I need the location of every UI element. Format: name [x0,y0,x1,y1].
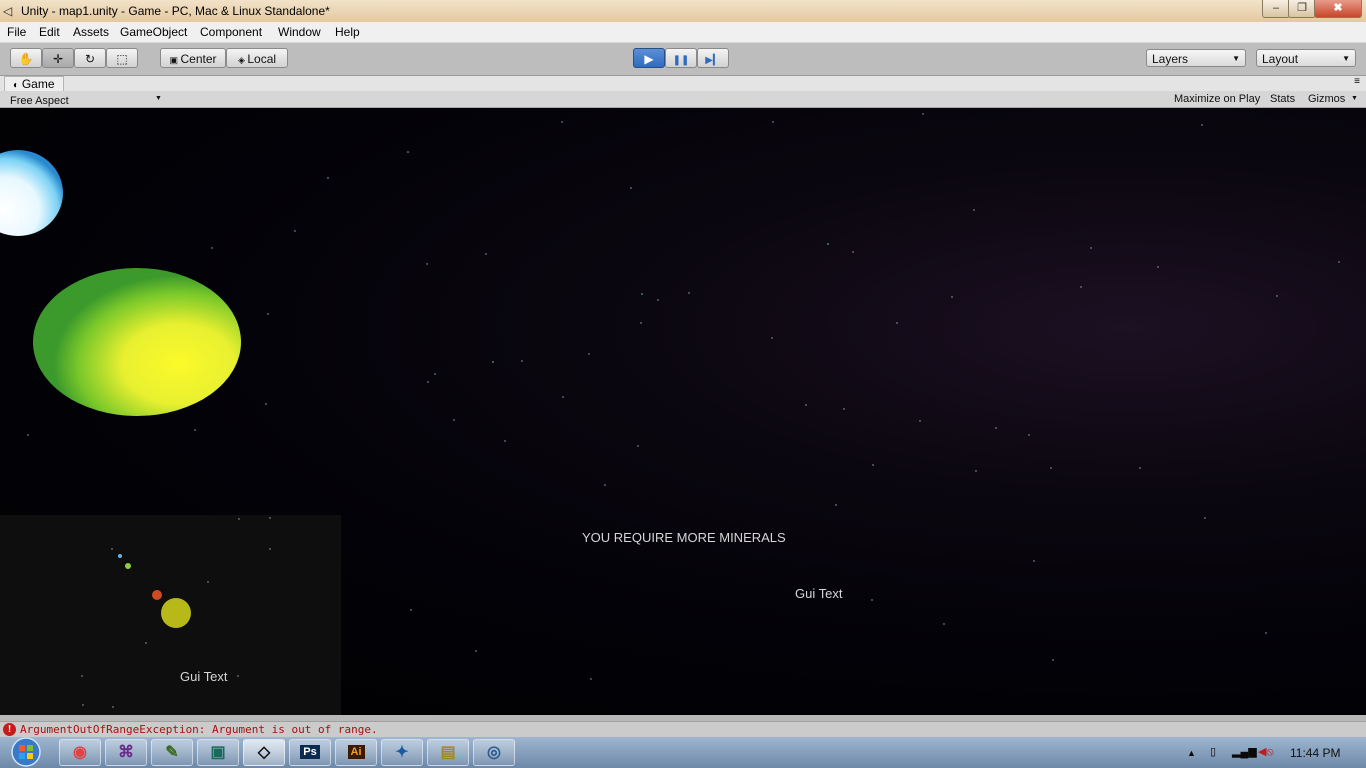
unity-icon: ◇ [257,744,271,761]
game-tab-bar: ◐ Game ≡ [0,76,1366,92]
unity-logo-icon: ◁ [3,4,13,18]
taskbar-file-explorer[interactable]: ▤ [427,739,469,766]
rotate-icon: ↻ [84,52,96,66]
taskbar-visual-studio[interactable]: ⌘ [105,739,147,766]
chevron-down-icon: ▼ [1342,54,1350,63]
menu-help[interactable]: Help [335,25,360,39]
taskbar-chrome[interactable]: ◉ [59,739,101,766]
show-hidden-icons-icon[interactable]: ▲ [1187,748,1196,758]
yellow-green-planet [33,268,241,416]
blue-planet [0,150,63,236]
gizmos-dropdown[interactable]: Gizmos [1308,93,1345,105]
menu-file[interactable]: File [7,25,26,39]
start-button[interactable] [8,737,44,768]
pivot-local-button[interactable]: ◈ Local [226,48,288,68]
visual-studio-icon: ⌘ [118,744,134,761]
menu-component[interactable]: Component [200,25,262,39]
network-signal-icon[interactable]: ▂▄▆ [1232,745,1257,758]
green-stars [492,243,829,363]
windows-taskbar: ◉ ⌘ ✎ ▣ ◇ Ps Ai ✦ ▤ ◎ ▲ ▯ ▂▄▆ ◀⦸ 11:44 P… [0,737,1366,768]
play-button[interactable]: ▶ [633,48,665,68]
gui-text-label: Gui Text [795,586,843,601]
clock[interactable]: 11:44 PM [1290,746,1340,760]
minimap-red-planet [152,590,162,600]
chevron-down-icon: ▼ [1232,54,1240,63]
taskbar-photoshop[interactable]: Ps [289,739,331,766]
taskbar-unity[interactable]: ◇ [243,739,285,766]
move-tool-button[interactable]: ✛ [42,48,74,68]
minimap-green-planet [125,563,131,569]
minerals-message: YOU REQUIRE MORE MINERALS [582,530,786,545]
minimize-button[interactable]: – [1262,0,1290,18]
rotate-tool-button[interactable]: ↻ [74,48,106,68]
hand-icon: ✋ [18,52,34,66]
taskbar-network-app[interactable]: ✦ [381,739,423,766]
folder-icon: ▤ [440,744,456,761]
menu-edit[interactable]: Edit [39,25,60,39]
device-icon[interactable]: ▯ [1210,745,1216,758]
chrome-icon: ◉ [73,744,87,761]
local-label: Local [247,52,277,66]
layers-dropdown[interactable]: Layers ▼ [1146,49,1246,67]
move-icon: ✛ [52,52,64,66]
tab-game[interactable]: ◐ Game [4,76,64,92]
chevron-down-icon: ▼ [155,95,162,102]
window-titlebar: ◁ Unity - map1.unity - Game - PC, Mac & … [0,0,1366,22]
minimap-blue-planet [118,554,122,558]
layers-label: Layers [1152,52,1189,66]
chevron-down-icon: ▼ [1351,95,1358,102]
game-viewport[interactable]: Gui Text YOU REQUIRE MORE MINERALS Gui T… [0,108,1366,715]
game-tab-icon: ◐ [13,80,22,91]
pause-button[interactable]: ❚❚ [665,48,697,68]
pause-icon: ❚❚ [672,55,690,66]
minimap[interactable]: Gui Text [0,515,341,715]
minimap-scene [81,517,271,708]
taskbar-notepad[interactable]: ✎ [151,739,193,766]
menu-bar: File Edit Assets GameObject Component Wi… [0,22,1366,43]
taskbar-remote-app[interactable]: ◎ [473,739,515,766]
main-toolbar: ✋ ✛ ↻ ⬚ ▣ Center ◈ Local ▶ ❚❚ ▶▎ Layers ▼… [0,43,1366,76]
pivot-center-button[interactable]: ▣ Center [160,48,226,68]
tab-menu-icon[interactable]: ≡ [1354,76,1360,87]
remote-app-icon: ◎ [487,744,501,761]
hand-tool-button[interactable]: ✋ [10,48,42,68]
window-title: Unity - map1.unity - Game - PC, Mac & Li… [21,4,330,18]
pivot-label: Center [180,52,217,66]
play-icon: ▶ [644,52,654,66]
volume-muted-icon[interactable]: ◀⦸ [1258,745,1274,759]
layout-dropdown[interactable]: Layout ▼ [1256,49,1356,67]
taskbar-illustrator[interactable]: Ai [335,739,377,766]
photoshop-icon: Ps [300,745,320,759]
taskbar-terminal[interactable]: ▣ [197,739,239,766]
close-button[interactable]: ✖ [1314,0,1362,18]
step-icon: ▶▎ [705,55,721,66]
illustrator-icon: Ai [347,745,365,759]
game-tab-label: Game [21,77,55,91]
console-status-bar[interactable]: ! ArgumentOutOfRangeException: Argument … [0,721,1366,737]
step-button[interactable]: ▶▎ [697,48,729,68]
local-cube-icon: ◈ [237,55,248,65]
menu-window[interactable]: Window [278,25,321,39]
network-app-icon: ✦ [395,744,409,761]
scale-icon: ⬚ [116,52,128,66]
scale-tool-button[interactable]: ⬚ [106,48,138,68]
game-view-options: Free Aspect ▼ Maximize on Play Stats Giz… [0,91,1366,108]
notepad-icon: ✎ [165,744,179,761]
error-icon: ! [3,723,16,736]
maximize-on-play-toggle[interactable]: Maximize on Play [1174,93,1260,105]
terminal-icon: ▣ [210,744,226,761]
minimap-sun [161,598,191,628]
minimap-gui-text: Gui Text [180,669,228,684]
stats-toggle[interactable]: Stats [1270,93,1295,105]
error-message: ArgumentOutOfRangeException: Argument is… [20,723,378,736]
layout-label: Layout [1262,52,1299,66]
pivot-icon: ▣ [169,55,181,65]
aspect-label: Free Aspect [10,95,69,107]
maximize-button[interactable]: ❐ [1288,0,1316,18]
menu-assets[interactable]: Assets [73,25,109,39]
menu-gameobject[interactable]: GameObject [120,25,187,39]
